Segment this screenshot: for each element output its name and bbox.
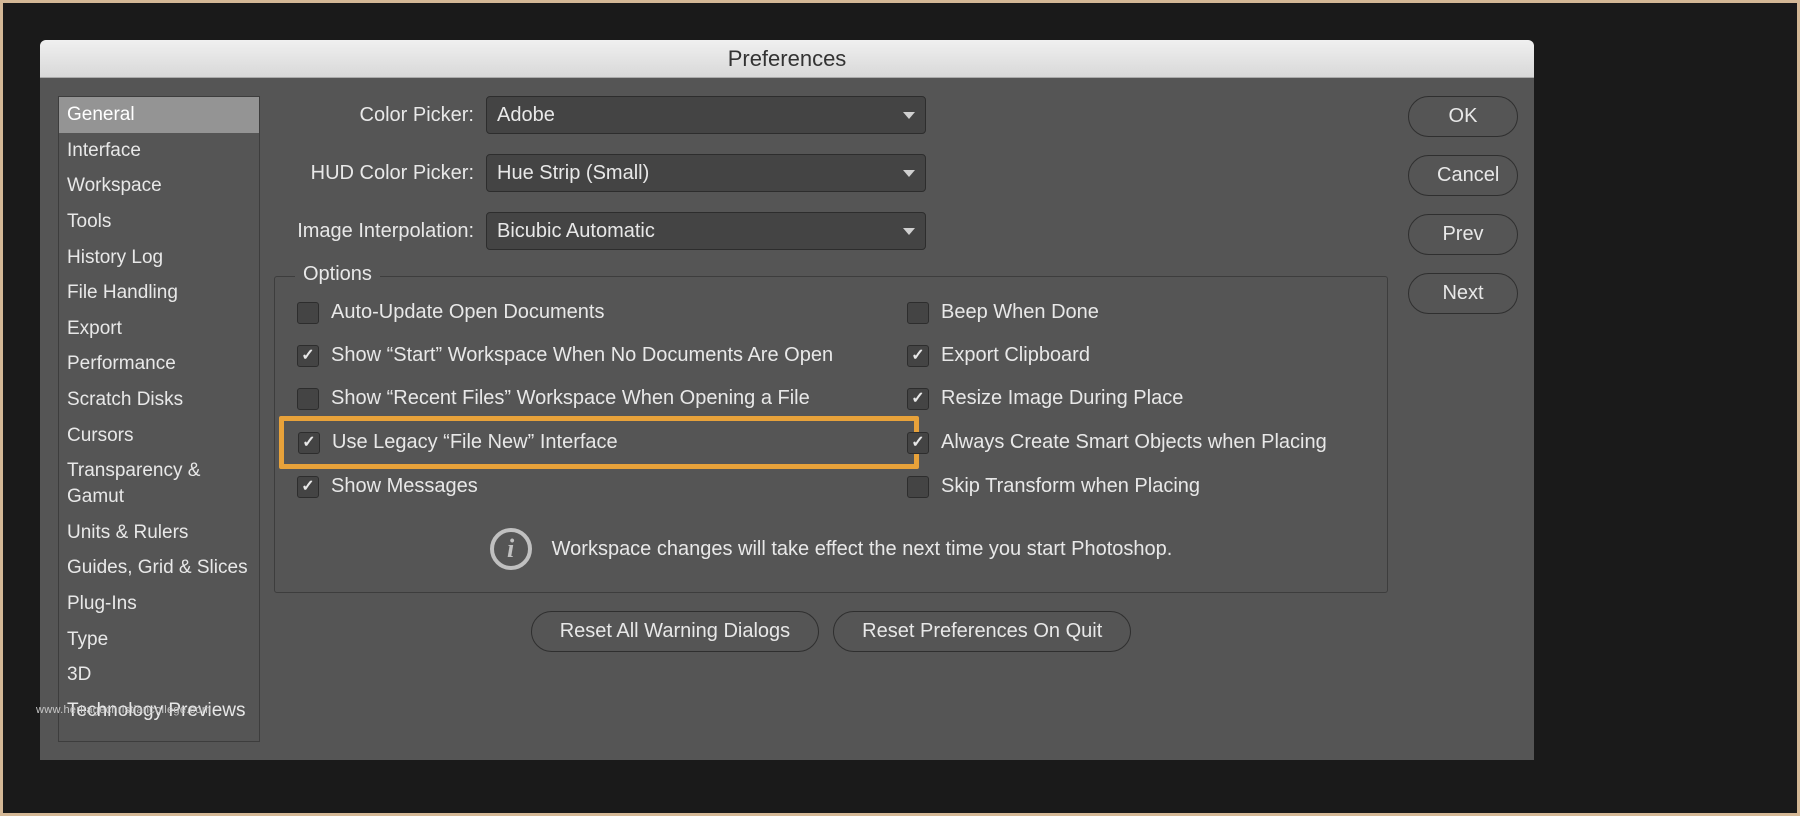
- checkbox[interactable]: [297, 476, 319, 498]
- right-option-resize-image-during-place[interactable]: Resize Image During Place: [907, 387, 1365, 410]
- options-fieldset: Options Auto-Update Open DocumentsBeep W…: [274, 276, 1388, 593]
- ok-button[interactable]: OK: [1408, 96, 1518, 137]
- sidebar-item-performance[interactable]: Performance: [59, 346, 259, 382]
- sidebar-item-general[interactable]: General: [59, 97, 259, 133]
- select-hud-color-picker-value: Hue Strip (Small): [497, 162, 649, 185]
- options-grid: Auto-Update Open Documents Beep When Done…: [297, 301, 1365, 570]
- left-option-show-start-workspace-when-no-documents-a[interactable]: Show “Start” Workspace When No Documents…: [297, 344, 901, 367]
- chevron-down-icon: [903, 170, 915, 177]
- select-color-picker[interactable]: Adobe: [486, 96, 926, 134]
- cancel-button[interactable]: Cancel: [1408, 155, 1518, 196]
- right-option-always-create-smart-objects-when-placing[interactable]: Always Create Smart Objects when Placing: [907, 431, 1365, 454]
- checkbox-label: Skip Transform when Placing: [941, 475, 1200, 498]
- info-row: i Workspace changes will take effect the …: [297, 518, 1365, 570]
- bottom-button-row: Reset All Warning Dialogs Reset Preferen…: [274, 611, 1388, 652]
- prev-button[interactable]: Prev: [1408, 214, 1518, 255]
- sidebar-item-history-log[interactable]: History Log: [59, 240, 259, 276]
- checkbox[interactable]: [907, 345, 929, 367]
- watermark-text: www.heritagechristiancollege.com: [36, 704, 211, 716]
- highlight-box: Use Legacy “File New” Interface: [279, 416, 919, 469]
- checkbox-label: Show Messages: [331, 475, 478, 498]
- label-image-interpolation: Image Interpolation:: [274, 220, 474, 243]
- left-option-show-messages[interactable]: Show Messages: [297, 475, 901, 498]
- sidebar-item-cursors[interactable]: Cursors: [59, 418, 259, 454]
- select-color-picker-value: Adobe: [497, 104, 555, 127]
- category-sidebar: GeneralInterfaceWorkspaceToolsHistory Lo…: [58, 96, 260, 742]
- sidebar-item-plug-ins[interactable]: Plug-Ins: [59, 586, 259, 622]
- window-content: GeneralInterfaceWorkspaceToolsHistory Lo…: [40, 78, 1534, 760]
- checkbox-label: Always Create Smart Objects when Placing: [941, 431, 1327, 454]
- row-image-interpolation: Image Interpolation: Bicubic Automatic: [274, 212, 1388, 250]
- checkbox[interactable]: [297, 388, 319, 410]
- checkbox[interactable]: [297, 302, 319, 324]
- checkbox-label: Export Clipboard: [941, 344, 1090, 367]
- sidebar-item-units-rulers[interactable]: Units & Rulers: [59, 515, 259, 551]
- chevron-down-icon: [903, 112, 915, 119]
- right-option-skip-transform-when-placing[interactable]: Skip Transform when Placing: [907, 475, 1365, 498]
- preferences-window: Preferences GeneralInterfaceWorkspaceToo…: [40, 40, 1534, 760]
- label-color-picker: Color Picker:: [274, 104, 474, 127]
- sidebar-item-interface[interactable]: Interface: [59, 133, 259, 169]
- sidebar-item-export[interactable]: Export: [59, 311, 259, 347]
- checkbox-label: Use Legacy “File New” Interface: [332, 431, 618, 454]
- right-option-export-clipboard[interactable]: Export Clipboard: [907, 344, 1365, 367]
- sidebar-item-type[interactable]: Type: [59, 622, 259, 658]
- main-area: Color Picker: Adobe HUD Color Picker: Hu…: [274, 96, 1516, 742]
- checkbox-label: Show “Start” Workspace When No Documents…: [331, 344, 833, 367]
- window-title: Preferences: [728, 46, 847, 72]
- sidebar-item-workspace[interactable]: Workspace: [59, 168, 259, 204]
- sidebar-item-3d[interactable]: 3D: [59, 657, 259, 693]
- checkbox[interactable]: [907, 432, 929, 454]
- row-hud-color-picker: HUD Color Picker: Hue Strip (Small): [274, 154, 1388, 192]
- next-button[interactable]: Next: [1408, 273, 1518, 314]
- checkbox[interactable]: [297, 345, 319, 367]
- select-image-interpolation-value: Bicubic Automatic: [497, 220, 655, 243]
- checkbox-label: Auto-Update Open Documents: [331, 301, 605, 324]
- checkbox-label: Resize Image During Place: [941, 387, 1183, 410]
- sidebar-item-transparency-gamut[interactable]: Transparency & Gamut: [59, 453, 259, 514]
- info-icon: i: [490, 528, 532, 570]
- reset-warnings-button[interactable]: Reset All Warning Dialogs: [531, 611, 819, 652]
- checkbox-label: Beep When Done: [941, 301, 1099, 324]
- checkbox[interactable]: [907, 476, 929, 498]
- checkbox-label: Show “Recent Files” Workspace When Openi…: [331, 387, 810, 410]
- left-option-use-legacy-file-new-interface[interactable]: Use Legacy “File New” Interface: [298, 431, 900, 454]
- chevron-down-icon: [903, 228, 915, 235]
- label-hud-color-picker: HUD Color Picker:: [274, 162, 474, 185]
- sidebar-item-scratch-disks[interactable]: Scratch Disks: [59, 382, 259, 418]
- select-image-interpolation[interactable]: Bicubic Automatic: [486, 212, 926, 250]
- settings-panel: Color Picker: Adobe HUD Color Picker: Hu…: [274, 96, 1388, 742]
- left-option-auto-update-open-documents[interactable]: Auto-Update Open Documents: [297, 301, 901, 324]
- sidebar-item-tools[interactable]: Tools: [59, 204, 259, 240]
- sidebar-item-file-handling[interactable]: File Handling: [59, 275, 259, 311]
- checkbox[interactable]: [907, 302, 929, 324]
- dialog-side-buttons: OK Cancel Prev Next: [1408, 96, 1516, 742]
- select-hud-color-picker[interactable]: Hue Strip (Small): [486, 154, 926, 192]
- right-option-beep-when-done[interactable]: Beep When Done: [907, 301, 1365, 324]
- checkbox[interactable]: [298, 432, 320, 454]
- left-option-show-recent-files-workspace-when-opening[interactable]: Show “Recent Files” Workspace When Openi…: [297, 387, 901, 410]
- checkbox[interactable]: [907, 388, 929, 410]
- row-color-picker: Color Picker: Adobe: [274, 96, 1388, 134]
- sidebar-item-guides-grid-slices[interactable]: Guides, Grid & Slices: [59, 550, 259, 586]
- window-titlebar: Preferences: [40, 40, 1534, 78]
- info-text: Workspace changes will take effect the n…: [552, 538, 1173, 561]
- reset-on-quit-button[interactable]: Reset Preferences On Quit: [833, 611, 1131, 652]
- options-legend: Options: [295, 263, 380, 286]
